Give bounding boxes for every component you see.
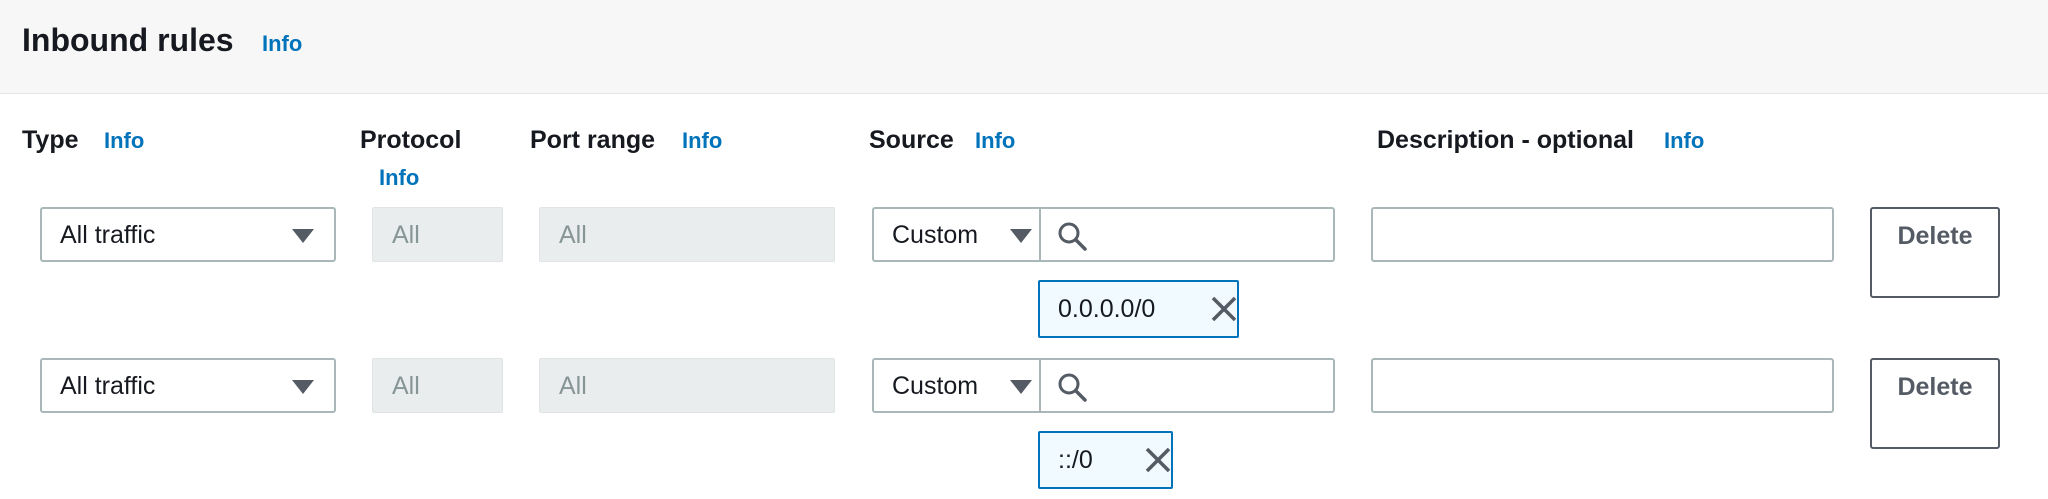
delete-rule-button[interactable]: Delete <box>1870 207 2000 298</box>
type-select-value: All traffic <box>60 221 156 249</box>
column-header-protocol: Protocol <box>360 126 462 154</box>
close-icon[interactable] <box>1210 295 1238 330</box>
caret-down-icon <box>292 380 314 394</box>
source-type-value: Custom <box>892 221 979 249</box>
column-header-source: Source <box>869 126 954 154</box>
column-header-type: Type <box>22 126 79 154</box>
description-input[interactable] <box>1371 207 1834 262</box>
port-range-info-link[interactable]: Info <box>682 128 722 154</box>
protocol-value: All <box>392 372 420 400</box>
cidr-token-value: ::/0 <box>1058 446 1093 474</box>
cidr-token: 0.0.0.0/0 <box>1038 280 1239 338</box>
type-select-value: All traffic <box>60 372 156 400</box>
source-type-value: Custom <box>892 372 979 400</box>
type-info-link[interactable]: Info <box>104 128 144 154</box>
search-icon <box>1057 221 1087 256</box>
protocol-field: All <box>372 207 503 262</box>
column-header-description: Description - optional <box>1377 126 1634 154</box>
port-range-field: All <box>539 358 835 413</box>
port-range-field: All <box>539 207 835 262</box>
close-icon[interactable] <box>1144 446 1172 481</box>
protocol-info-link[interactable]: Info <box>379 165 419 191</box>
caret-down-icon <box>1010 229 1032 243</box>
source-type-select[interactable]: Custom <box>872 358 1041 413</box>
cidr-token: ::/0 <box>1038 431 1173 489</box>
description-input[interactable] <box>1371 358 1834 413</box>
caret-down-icon <box>1010 380 1032 394</box>
delete-rule-button[interactable]: Delete <box>1870 358 2000 449</box>
source-search-input[interactable] <box>1040 207 1335 262</box>
protocol-value: All <box>392 221 420 249</box>
description-info-link[interactable]: Info <box>1664 128 1704 154</box>
source-type-select[interactable]: Custom <box>872 207 1041 262</box>
cidr-token-value: 0.0.0.0/0 <box>1058 295 1156 323</box>
type-select[interactable]: All traffic <box>40 207 336 262</box>
header-info-link[interactable]: Info <box>262 31 302 57</box>
source-search-input[interactable] <box>1040 358 1335 413</box>
port-range-value: All <box>559 372 587 400</box>
type-select[interactable]: All traffic <box>40 358 336 413</box>
protocol-field: All <box>372 358 503 413</box>
column-header-port-range: Port range <box>530 126 656 154</box>
source-info-link[interactable]: Info <box>975 128 1015 154</box>
port-range-value: All <box>559 221 587 249</box>
section-header: Inbound rules Info <box>0 0 2048 94</box>
search-icon <box>1057 372 1087 407</box>
page-title: Inbound rules <box>22 22 234 58</box>
caret-down-icon <box>292 229 314 243</box>
